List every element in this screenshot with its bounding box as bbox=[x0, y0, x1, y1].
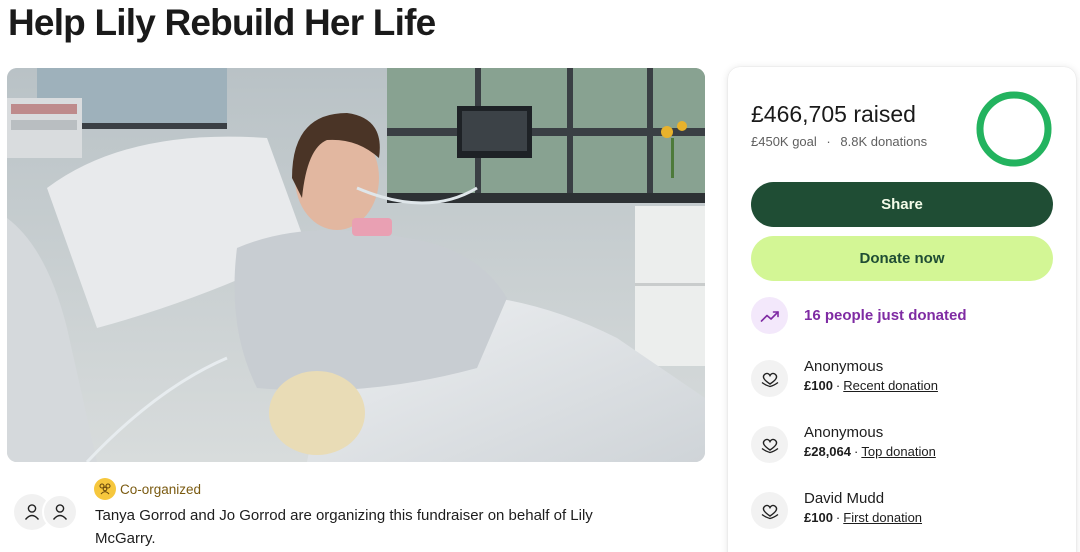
person-icon bbox=[24, 504, 40, 520]
separator: · bbox=[835, 510, 841, 525]
campaign-photo[interactable] bbox=[7, 68, 705, 462]
page-title: Help Lily Rebuild Her Life bbox=[8, 2, 436, 43]
co-organized-label: Co-organized bbox=[120, 481, 202, 497]
goal-amount: £450K goal bbox=[751, 134, 817, 149]
avatar[interactable] bbox=[42, 494, 78, 530]
donation-item: Anonymous £100 · Recent donation bbox=[751, 357, 938, 397]
donation-sidebar: £466,705 raised £450K goal · 8.8K donati… bbox=[728, 67, 1076, 552]
separator: · bbox=[826, 134, 831, 149]
hospital-bed-photo bbox=[7, 68, 705, 462]
recent-activity: 16 people just donated bbox=[751, 297, 967, 334]
donation-count: 8.8K donations bbox=[840, 134, 928, 149]
goal-line: £450K goal · 8.8K donations bbox=[751, 134, 927, 149]
trending-up-icon bbox=[751, 297, 788, 334]
donate-now-button[interactable]: Donate now bbox=[751, 236, 1053, 281]
donation-tag-link[interactable]: First donation bbox=[843, 510, 922, 525]
separator: · bbox=[835, 378, 841, 393]
donation-tag-link[interactable]: Recent donation bbox=[843, 378, 938, 393]
raised-amount: £466,705 raised bbox=[751, 101, 916, 127]
progress-ring bbox=[976, 91, 1052, 167]
donation-tag-link[interactable]: Top donation bbox=[861, 444, 935, 459]
donation-item: David Mudd £100 · First donation bbox=[751, 489, 922, 529]
heart-hand-icon bbox=[751, 360, 788, 397]
organizer-avatars[interactable] bbox=[12, 494, 82, 534]
organizer-section: Co-organized Tanya Gorrod and Jo Gorrod … bbox=[12, 478, 702, 552]
donation-amount: £100 bbox=[804, 510, 833, 525]
donor-name: David Mudd bbox=[804, 490, 885, 507]
heart-hand-icon bbox=[751, 426, 788, 463]
person-icon bbox=[52, 504, 68, 520]
donation-amount: £28,064 bbox=[804, 444, 851, 459]
donation-item: Anonymous £28,064 · Top donation bbox=[751, 423, 936, 463]
donation-amount: £100 bbox=[804, 378, 833, 393]
organizer-description: Tanya Gorrod and Jo Gorrod are organizin… bbox=[95, 507, 593, 547]
donor-name: Anonymous bbox=[804, 358, 884, 375]
recent-donors-text: 16 people just donated bbox=[804, 307, 967, 324]
co-organized-badge: Co-organized bbox=[94, 478, 201, 500]
share-button[interactable]: Share bbox=[751, 182, 1053, 227]
people-icon bbox=[94, 478, 116, 500]
donor-name: Anonymous bbox=[804, 424, 884, 441]
separator: · bbox=[854, 444, 859, 459]
heart-hand-icon bbox=[751, 492, 788, 529]
